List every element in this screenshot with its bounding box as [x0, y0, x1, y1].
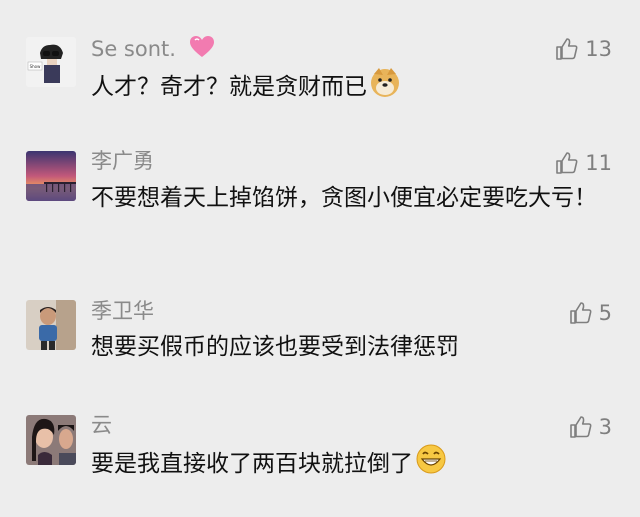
like-count: 13 — [585, 37, 612, 61]
like-button[interactable]: 5 — [569, 300, 612, 326]
comment-text: 想要买假币的应该也要受到法律惩罚 — [91, 334, 459, 360]
comment-text-row: 要是我直接收了两百块就拉倒了 — [91, 443, 601, 486]
like-count: 11 — [585, 151, 612, 175]
comment-nickname[interactable]: 季卫华 — [91, 299, 154, 323]
thumbs-up-icon — [556, 152, 578, 174]
comment-text-row: 人才？奇才？就是贪财而已 — [91, 66, 601, 109]
thumbs-up-icon — [556, 38, 578, 60]
thumbs-up-icon — [569, 416, 592, 438]
avatar[interactable] — [26, 300, 76, 350]
comment-text: 人才？奇才？就是贪财而已 — [91, 74, 367, 100]
sunset-pier-avatar-icon — [26, 151, 76, 201]
avatar[interactable] — [26, 415, 76, 465]
like-count: 5 — [598, 301, 612, 325]
grin-emoji-icon — [415, 443, 447, 486]
like-button[interactable]: 3 — [569, 414, 612, 440]
like-count: 3 — [598, 415, 612, 439]
thumbs-up-icon — [569, 302, 592, 324]
comment-nickname-row: Se sont. — [91, 35, 215, 65]
avatar[interactable] — [26, 151, 76, 201]
comment-nickname[interactable]: 李广勇 — [91, 149, 154, 173]
cartoon-avatar-icon: Show — [26, 37, 76, 87]
like-button[interactable]: 13 — [555, 36, 612, 62]
child-photo-avatar-icon — [26, 300, 76, 350]
couple-photo-avatar-icon — [26, 415, 76, 465]
comment-text: 不要想着天上掉馅饼，贪图小便宜必定要吃大亏！ — [91, 185, 597, 211]
avatar[interactable]: Show — [26, 37, 76, 87]
pink-heart-icon — [189, 35, 215, 65]
comment-nickname[interactable]: 云 — [91, 413, 112, 437]
comment-nickname[interactable]: Se sont. — [91, 37, 176, 61]
svg-text:Show: Show — [30, 64, 42, 69]
comment-text: 要是我直接收了两百块就拉倒了 — [91, 451, 413, 477]
doge-emoji-icon — [369, 66, 401, 109]
like-button[interactable]: 11 — [555, 150, 612, 176]
